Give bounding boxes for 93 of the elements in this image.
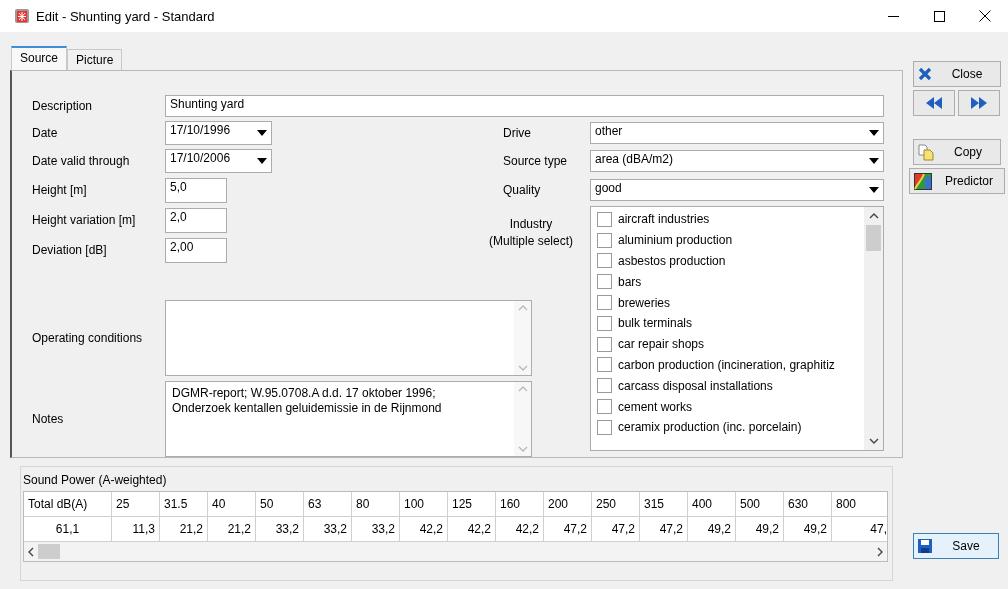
field-label: Industry (Multiple select) [488,216,574,250]
column-header: 125 [448,492,496,517]
rewind-icon [926,97,942,109]
dropdown-arrow-icon [869,130,879,136]
dropdown-arrow-icon [257,130,267,136]
chevron-left-icon[interactable] [28,546,34,557]
dropdown-arrow-icon [257,158,267,164]
dropdown-arrow-icon [869,187,879,193]
save-button[interactable]: Save [913,533,999,559]
field-label: Date valid through [32,154,131,168]
list-item[interactable]: carcass disposal installations [591,375,864,397]
column-header: 31.5 [160,492,208,517]
checkbox[interactable] [597,232,612,248]
scrollbar[interactable] [864,207,883,450]
date-picker[interactable]: 17/10/1996 [165,121,272,145]
field-label: Quality [502,183,542,197]
list-item[interactable]: car repair shops [591,333,864,355]
list-item[interactable]: bulk terminals [591,313,864,334]
column-header: 50 [256,492,304,517]
list-item[interactable]: aircraft industries [591,209,864,230]
maximize-icon [933,10,945,22]
list-item[interactable]: ceramix production (inc. porcelain) [591,416,864,438]
minimize-icon [887,15,899,17]
documents-icon [918,143,934,161]
column-header: 40 [208,492,256,517]
column-header: 63 [304,492,352,517]
list-item[interactable]: cement works [591,396,864,417]
number-field[interactable]: 2,0 [165,207,227,233]
number-field[interactable]: 5,0 [165,177,227,203]
fast-forward-icon [971,97,987,109]
field-label: Date [32,126,59,140]
column-header: 25 [112,492,160,517]
close-button[interactable]: Close [913,61,1001,87]
date-picker[interactable]: 17/10/2006 [165,149,272,173]
next-button[interactable] [958,90,1000,116]
horizontal-scrollbar[interactable] [24,542,887,561]
group-title: Sound Power (A-weighted) [23,473,168,487]
column-header: 250 [592,492,640,517]
column-header: 500 [736,492,784,517]
checkbox[interactable] [597,336,612,352]
chevron-right-icon[interactable] [877,546,883,557]
scroll-down-icon[interactable] [868,438,879,444]
column-header: Total dB(A) [24,492,112,517]
tab[interactable]: Source [11,46,68,70]
checkbox[interactable] [597,357,612,373]
checkbox[interactable] [597,211,612,227]
list-item[interactable]: breweries [591,292,864,313]
field-label: Height [m] [32,183,88,197]
list-item[interactable]: aluminium production [591,229,864,251]
scrollbar-thumb[interactable] [38,544,60,559]
checkbox[interactable] [597,274,612,290]
column-header: 80 [352,492,400,517]
checkbox[interactable] [597,295,612,311]
dropdown[interactable]: other [590,122,884,144]
column-header: 200 [544,492,592,517]
column-header: 630 [784,492,832,517]
description-field[interactable]: Shunting yard [165,95,884,117]
scrollbar-thumb[interactable] [866,225,881,251]
checkbox[interactable] [597,315,612,331]
scroll-up-icon[interactable] [868,213,879,219]
field-label: Source type [502,154,569,168]
window-title: Edit - Shunting yard - Standard [36,8,216,24]
field-label: Deviation [dB] [32,243,108,257]
checkbox[interactable] [597,399,612,415]
checkbox[interactable] [597,253,612,269]
industry-list[interactable] [590,206,884,451]
list-item[interactable]: asbestos production [591,250,864,272]
field-label: Drive [502,126,532,140]
column-header: 800 [832,492,887,517]
checkbox[interactable] [597,378,612,394]
predictor-button[interactable]: Predictor [909,168,1005,194]
field-label: Height variation [m] [32,213,137,227]
close-icon [979,10,991,22]
column-header: 160 [496,492,544,517]
dropdown[interactable]: area (dBA/m2) [590,150,884,172]
colored-map-icon [914,172,932,190]
previous-button[interactable] [913,90,955,116]
dropdown-arrow-icon [869,158,879,164]
field-label: Operating conditions [32,330,144,345]
column-header: 400 [688,492,736,517]
copy-button[interactable]: Copy [913,139,1001,165]
list-item[interactable]: carbon production (incineration, graphitiz [591,354,864,376]
dropdown[interactable]: good [590,179,884,201]
number-field[interactable]: 2,00 [165,237,227,263]
checkbox[interactable] [597,419,612,435]
column-header: 100 [400,492,448,517]
field-label: Description [32,99,94,113]
app-icon [14,8,30,24]
column-header: 315 [640,492,688,517]
close-icon [918,67,932,81]
field-label: Notes [32,412,65,426]
list-item[interactable]: bars [591,271,864,293]
tab[interactable]: Picture [67,49,123,70]
